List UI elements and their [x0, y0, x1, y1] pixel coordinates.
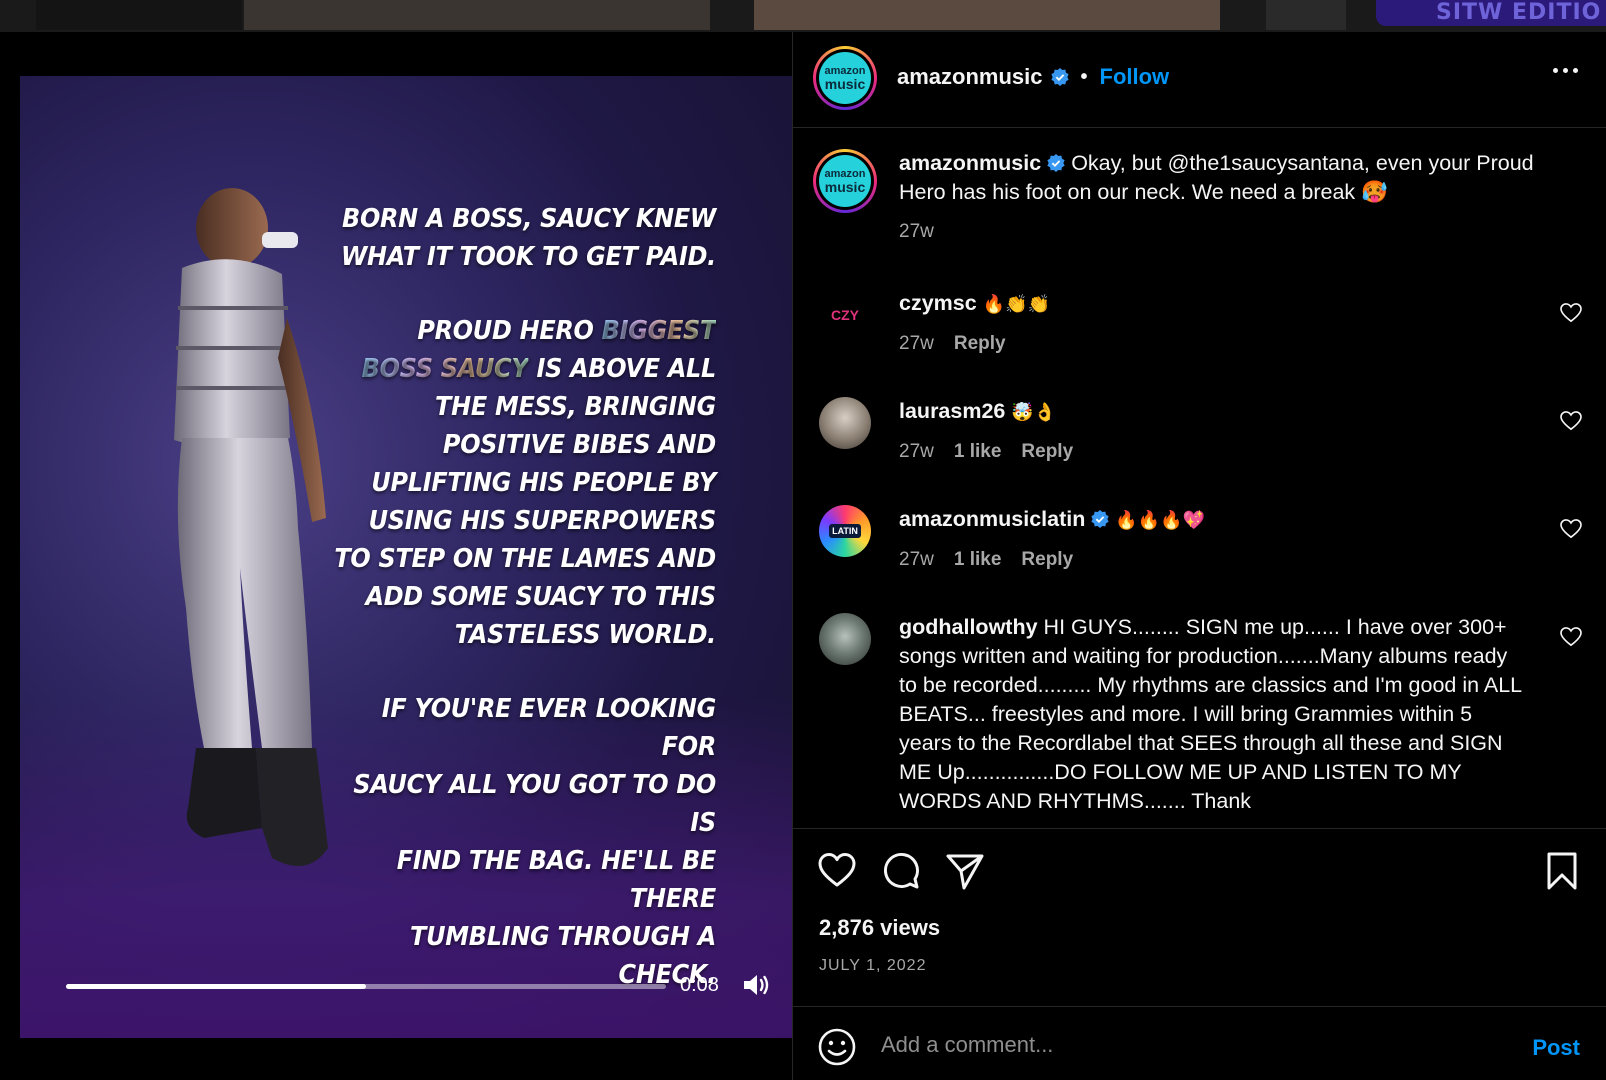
video-progress-bar[interactable]	[66, 984, 666, 989]
avatar[interactable]: amazon music	[813, 149, 877, 213]
follow-button[interactable]: Follow	[1100, 64, 1170, 90]
caption-time: 27w	[899, 221, 934, 242]
poster-line: WHAT IT TOOK TO GET PAID.	[340, 242, 716, 272]
video-player[interactable]: BORN A BOSS, SAUCY KNEW WHAT IT TOOK TO …	[20, 76, 792, 1038]
reply-button[interactable]: Reply	[1021, 545, 1073, 574]
post-date: JULY 1, 2022	[819, 957, 927, 974]
background-feed: SITW EDITIO	[0, 0, 1606, 32]
poster-line: SAUCY ALL YOU GOT TO DO IS	[353, 770, 716, 838]
poster-highlight: BIGGEST	[601, 316, 717, 346]
share-paper-plane-icon[interactable]	[945, 851, 985, 891]
poster-highlight: BOSS SAUCY	[361, 354, 529, 384]
post-side-panel: amazon music amazonmusic • Follow amazon m…	[792, 32, 1606, 1080]
comment-username[interactable]: czymsc	[899, 291, 977, 315]
views-count[interactable]: 2,876 views	[819, 915, 940, 941]
heart-icon[interactable]	[1560, 411, 1582, 431]
volume-icon[interactable]	[742, 972, 770, 998]
video-time: 0:08	[680, 974, 719, 996]
heart-icon[interactable]	[1560, 627, 1582, 647]
comment-avatar[interactable]: CZY	[819, 289, 871, 341]
post-actions: 2,876 views JULY 1, 2022	[793, 828, 1606, 1006]
comment-avatar[interactable]: LATIN	[819, 505, 871, 557]
poster-line: THE MESS, BRINGING	[435, 392, 716, 422]
header-user-row: amazonmusic • Follow	[897, 64, 1169, 90]
bookmark-icon[interactable]	[1542, 851, 1582, 891]
caption-username[interactable]: amazonmusic	[899, 151, 1041, 175]
comment-username[interactable]: laurasm26	[899, 399, 1005, 423]
reply-button[interactable]: Reply	[1021, 437, 1073, 466]
poster-line: BORN A BOSS, SAUCY KNEW	[342, 204, 716, 234]
video-progress-fill	[66, 984, 366, 989]
more-options-icon[interactable]	[1553, 68, 1578, 73]
background-badge: SITW EDITIO	[1376, 0, 1606, 26]
poster-line: IS ABOVE ALL	[528, 354, 716, 384]
poster-line: IF YOU'RE EVER LOOKING FOR	[381, 694, 716, 762]
poster-text: BORN A BOSS, SAUCY KNEW WHAT IT TOOK TO …	[320, 200, 716, 1030]
comment-text: 🔥👏👏	[982, 294, 1050, 315]
like-heart-icon[interactable]	[817, 851, 857, 891]
comment-time: 27w	[899, 549, 934, 570]
verified-badge-icon	[1050, 68, 1069, 86]
poster-line: ADD SOME SUACY TO THIS	[365, 582, 716, 612]
poster-line: TASTELESS WORLD.	[454, 620, 717, 650]
poster-line: TO STEP ON THE LAMES AND	[334, 544, 716, 574]
character-figure	[174, 188, 328, 866]
comment-time: 27w	[899, 441, 934, 462]
emoji-smiley-icon[interactable]	[817, 1027, 857, 1067]
comment-icon[interactable]	[881, 851, 921, 891]
amazon-music-logo-icon: amazon music	[819, 52, 871, 104]
post-header: amazon music amazonmusic • Follow	[793, 32, 1606, 128]
verified-badge-icon	[1047, 154, 1065, 172]
poster-line: POSITIVE BIBES AND	[442, 430, 716, 460]
comment-username[interactable]: amazonmusiclatin	[899, 507, 1085, 531]
separator-dot: •	[1080, 65, 1088, 88]
comment-likes[interactable]: 1 like	[954, 545, 1002, 574]
heart-icon[interactable]	[1560, 519, 1582, 539]
comment-avatar[interactable]	[819, 613, 871, 665]
media-pane: BORN A BOSS, SAUCY KNEW WHAT IT TOOK TO …	[0, 32, 792, 1080]
amazon-music-logo-icon: amazon music	[819, 155, 871, 207]
poster-line: USING HIS SUPERPOWERS	[368, 506, 717, 536]
add-comment-bar: Post	[793, 1006, 1606, 1080]
poster-line: UPLIFTING HIS PEOPLE BY	[371, 468, 716, 498]
comment-text: 🔥🔥🔥💖	[1115, 510, 1206, 531]
heart-icon[interactable]	[1560, 303, 1582, 323]
comment-avatar[interactable]	[819, 397, 871, 449]
header-username[interactable]: amazonmusic	[897, 64, 1043, 90]
post-modal: BORN A BOSS, SAUCY KNEW WHAT IT TOOK TO …	[0, 32, 1606, 1080]
comments-list: amazon music amazonmusic Okay, but @the1sa…	[793, 129, 1606, 829]
reply-button[interactable]: Reply	[954, 329, 1006, 358]
comment-text: 🤯👌	[1011, 402, 1057, 423]
verified-badge-icon	[1091, 510, 1110, 528]
comment-time: 27w	[899, 333, 934, 354]
video-controls: 0:08	[66, 972, 786, 1002]
comment-likes[interactable]: 1 like	[954, 437, 1002, 466]
comment-input[interactable]	[881, 1025, 1481, 1065]
avatar[interactable]: amazon music	[813, 46, 877, 110]
poster-line: FIND THE BAG. HE'LL BE THERE	[396, 846, 717, 914]
post-button[interactable]: Post	[1532, 1035, 1580, 1061]
poster-line: PROUD HERO	[417, 316, 602, 346]
comment-text: HI GUYS........ SIGN me up...... I have …	[899, 615, 1522, 813]
comment-username[interactable]: godhallowthy	[899, 615, 1038, 639]
